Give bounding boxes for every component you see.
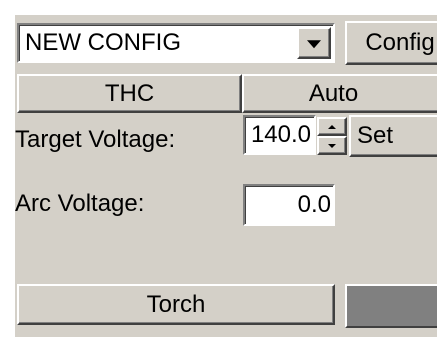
thc-button-label: THC — [104, 79, 155, 107]
thc-button[interactable]: THC — [17, 74, 242, 113]
auto-button[interactable]: Auto — [242, 74, 437, 113]
arc-voltage-label: Arc Voltage: — [15, 190, 145, 217]
target-voltage-input[interactable]: 140.0 — [243, 115, 316, 155]
config-button[interactable]: Config — [345, 21, 437, 65]
target-voltage-value: 140.0 — [250, 121, 311, 148]
thc-control-panel: NEW CONFIG Config THC Auto Target Voltag… — [15, 15, 437, 337]
arrow-down-icon — [328, 143, 336, 148]
arc-voltage-value: 0.0 — [297, 191, 331, 218]
arrow-up-icon — [328, 124, 336, 129]
torch-button-label: Torch — [146, 290, 206, 318]
target-voltage-label: Target Voltage: — [15, 126, 176, 153]
target-voltage-spinner[interactable] — [317, 117, 347, 155]
chevron-down-icon — [307, 40, 321, 49]
torch-button[interactable]: Torch — [17, 284, 335, 325]
set-button[interactable]: Set — [349, 115, 437, 157]
config-select-value: NEW CONFIG — [25, 29, 181, 56]
spinner-up-button[interactable] — [317, 117, 347, 136]
arc-voltage-display: 0.0 — [243, 184, 335, 226]
set-button-label: Set — [357, 122, 394, 149]
spinner-down-button[interactable] — [317, 136, 347, 155]
config-dropdown-button[interactable] — [297, 27, 331, 59]
torch-status-indicator — [345, 284, 437, 328]
config-select[interactable]: NEW CONFIG — [17, 23, 335, 63]
auto-button-label: Auto — [308, 79, 359, 107]
config-button-label: Config — [365, 29, 435, 56]
